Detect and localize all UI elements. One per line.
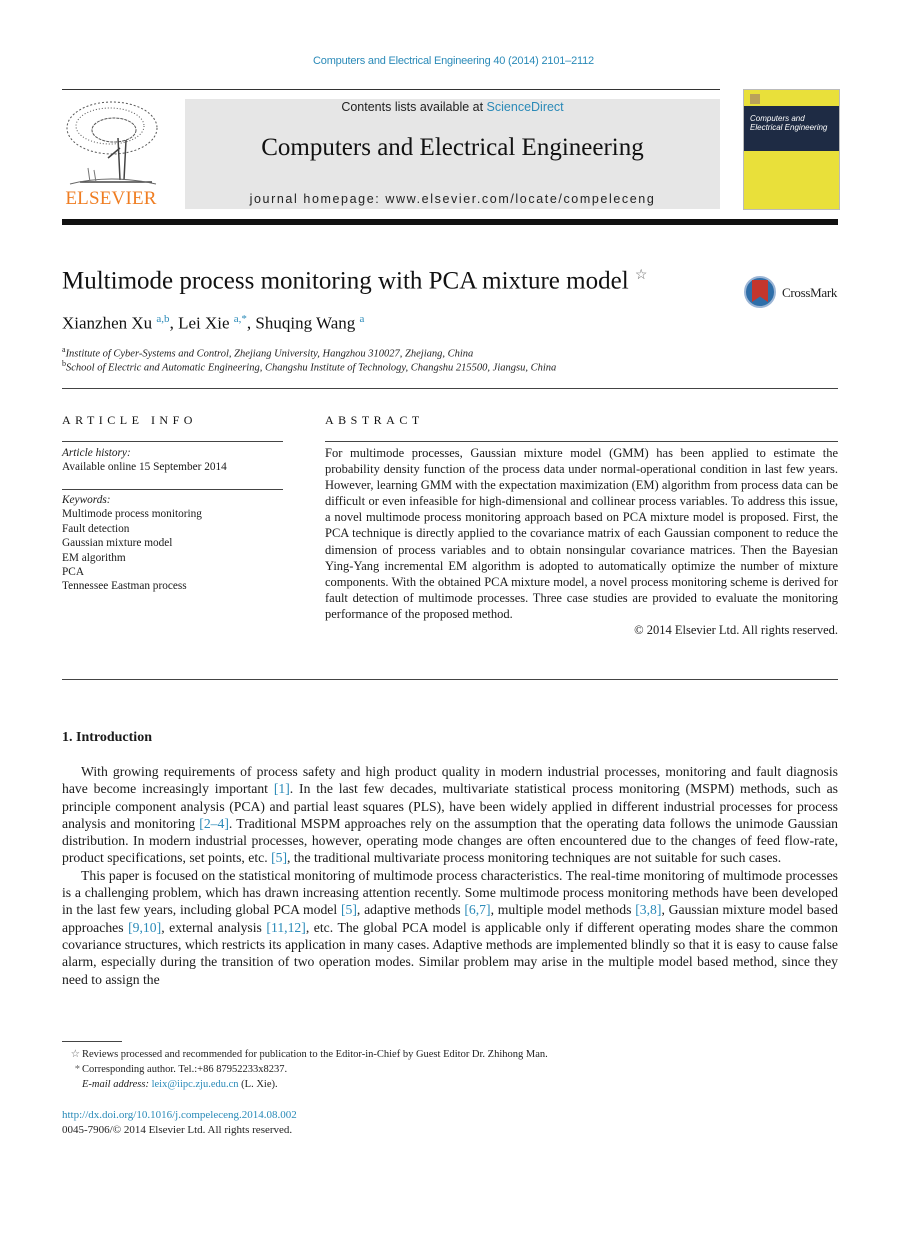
introduction-body: With growing requirements of process saf…	[62, 763, 838, 988]
masthead-rule	[62, 219, 838, 225]
crossmark-label: CrossMark	[782, 285, 838, 300]
doi-link[interactable]: http://dx.doi.org/10.1016/j.compeleceng.…	[62, 1108, 297, 1123]
footnote-mark: ☆	[70, 1049, 80, 1060]
citation-link[interactable]: [1]	[274, 781, 290, 796]
tree-icon	[66, 101, 158, 185]
footnote-mark: *	[74, 1064, 80, 1075]
issn-copyright: 0045-7906/© 2014 Elsevier Ltd. All right…	[62, 1124, 293, 1136]
keyword: PCA	[62, 566, 84, 579]
citation-link[interactable]: [2–4]	[199, 816, 229, 831]
footnote-text: Reviews processed and recommended for pu…	[82, 1049, 548, 1060]
abstract-rule	[325, 441, 838, 442]
email-link[interactable]: leix@iipc.zju.edu.cn	[152, 1079, 239, 1090]
journal-masthead: Contents lists available at ScienceDirec…	[185, 99, 720, 209]
author-list: Xianzhen Xu a,b, Lei Xie a,*, Shuqing Wa…	[62, 313, 364, 334]
keyword: Multimode process monitoring	[62, 508, 202, 521]
paragraph: This paper is focused on the statistical…	[62, 867, 838, 988]
citation-link[interactable]: [5]	[271, 850, 287, 865]
author-name[interactable]: Lei Xie	[178, 314, 229, 333]
running-header[interactable]: Computers and Electrical Engineering 40 …	[0, 55, 907, 67]
email-label: E-mail address:	[82, 1079, 149, 1090]
keywords-block: Keywords: Multimode process monitoring F…	[62, 493, 202, 594]
abstract: For multimode processes, Gaussian mixtur…	[325, 445, 838, 638]
author-separator: ,	[169, 313, 179, 333]
affiliation: bSchool of Electric and Automatic Engine…	[62, 359, 556, 374]
footnote-text: Corresponding author. Tel.:+86 87952233x…	[82, 1064, 288, 1075]
article-history: Article history: Available online 15 Sep…	[62, 446, 227, 475]
affiliation-text: Institute of Cyber-Systems and Control, …	[65, 348, 474, 360]
elsevier-logo[interactable]: ELSEVIER	[60, 98, 162, 210]
keyword: Tennessee Eastman process	[62, 580, 187, 593]
footnote-email: E-mail address: leix@iipc.zju.edu.cn (L.…	[62, 1077, 278, 1092]
citation-link[interactable]: [6,7]	[464, 902, 490, 917]
crossmark-button[interactable]: CrossMark	[744, 276, 844, 312]
email-suffix: (L. Xie).	[238, 1079, 278, 1090]
cover-title: Computers and Electrical Engineering	[750, 114, 827, 132]
journal-cover[interactable]: Computers and Electrical Engineering	[743, 89, 840, 210]
author-name[interactable]: Xianzhen Xu	[62, 314, 152, 333]
article-title-text: Multimode process monitoring with PCA mi…	[62, 267, 629, 295]
keyword: EM algorithm	[62, 551, 126, 564]
cover-emblem-icon	[750, 94, 760, 104]
cover-title-line: Computers and	[750, 114, 805, 123]
author-name[interactable]: Shuqing Wang	[255, 314, 355, 333]
contents-prefix: Contents lists available at	[341, 100, 487, 114]
footnote: * Corresponding author. Tel.:+86 87952233…	[62, 1062, 287, 1077]
keywords-label: Keywords:	[62, 494, 111, 506]
paragraph-text: , external analysis	[161, 919, 267, 935]
history-label: Article history:	[62, 447, 131, 459]
paragraph-text: , adaptive methods	[356, 902, 465, 918]
footnote: ☆ Reviews processed and recommended for p…	[62, 1047, 548, 1062]
cover-title-line: Electrical Engineering	[750, 123, 828, 132]
citation-link[interactable]: [9,10]	[128, 920, 161, 935]
keywords-rule	[62, 489, 283, 490]
elsevier-wordmark: ELSEVIER	[65, 188, 157, 209]
abstract-copyright: © 2014 Elsevier Ltd. All rights reserved…	[634, 623, 838, 638]
keyword: Fault detection	[62, 522, 130, 535]
keyword: Gaussian mixture model	[62, 537, 173, 550]
paragraph-text: , multiple model methods	[490, 902, 636, 918]
author-affil-mark[interactable]: a,b	[156, 313, 169, 325]
title-note-mark[interactable]: ☆	[635, 268, 648, 283]
article-info-rule	[62, 441, 283, 442]
abstract-body: For multimode processes, Gaussian mixtur…	[325, 446, 838, 621]
journal-homepage[interactable]: journal homepage: www.elsevier.com/locat…	[185, 192, 720, 206]
sciencedirect-link[interactable]: ScienceDirect	[487, 100, 564, 114]
journal-title: Computers and Electrical Engineering	[261, 134, 644, 161]
paragraph-text: , the traditional multivariate process m…	[287, 850, 782, 866]
footnote-rule	[62, 1041, 122, 1042]
article-title: Multimode process monitoring with PCA mi…	[62, 267, 647, 295]
article-info-heading: ARTICLE INFO	[62, 413, 197, 427]
citation-link[interactable]: [11,12]	[266, 920, 305, 935]
affiliation-text: School of Electric and Automatic Enginee…	[66, 362, 557, 374]
section-rule	[62, 388, 838, 389]
citation-link[interactable]: [3,8]	[635, 902, 661, 917]
author-affil-mark[interactable]: a	[360, 313, 365, 325]
doi-block: http://dx.doi.org/10.1016/j.compeleceng.…	[62, 1108, 297, 1138]
abstract-heading: ABSTRACT	[325, 413, 424, 427]
section-rule	[62, 679, 838, 680]
header-rule	[62, 89, 720, 90]
citation-link[interactable]: [5]	[341, 902, 357, 917]
paragraph: With growing requirements of process saf…	[62, 763, 838, 867]
history-value: Available online 15 September 2014	[62, 461, 227, 474]
section-heading-introduction: 1. Introduction	[62, 730, 152, 745]
author-affil-mark[interactable]: a,*	[234, 313, 247, 325]
affiliation: aInstitute of Cyber-Systems and Control,…	[62, 345, 473, 360]
contents-line: Contents lists available at ScienceDirec…	[185, 100, 720, 114]
